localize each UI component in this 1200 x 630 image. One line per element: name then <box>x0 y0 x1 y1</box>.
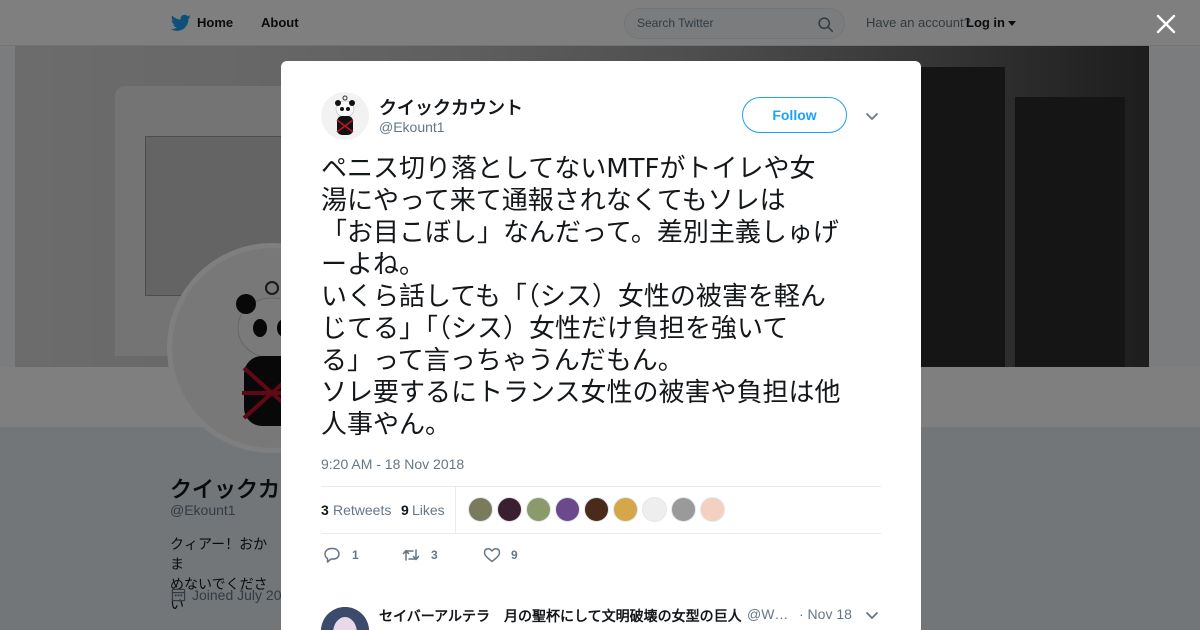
tweet-text-line: 湯にやって来て通報されなくてもソレは <box>321 186 786 216</box>
retweet-icon[interactable] <box>402 547 420 563</box>
chevron-down-icon[interactable] <box>864 108 880 124</box>
liker-avatar[interactable] <box>526 497 551 522</box>
divider <box>455 487 456 533</box>
liker-avatar[interactable] <box>700 497 725 522</box>
tweet-text-line: いくら話しても「（シス）女性の被害を軽ん <box>321 282 826 312</box>
reply-date[interactable]: · Nov 18 <box>799 606 852 622</box>
reply-author-avatar[interactable] <box>321 607 369 630</box>
reply-avatar-image <box>321 607 369 630</box>
like-count[interactable]: 9 <box>511 548 518 562</box>
panda-avatar-icon <box>335 95 355 135</box>
tweet-text-line: ペニス切り落としてないMTFがトイレや女 <box>321 154 816 184</box>
liker-avatar[interactable] <box>468 497 493 522</box>
follow-button[interactable]: Follow <box>742 97 847 133</box>
reply-action[interactable]: 1 <box>323 547 363 563</box>
reply-count[interactable]: 1 <box>352 548 359 562</box>
liker-avatar[interactable] <box>642 497 667 522</box>
retweet-action[interactable]: 3 <box>402 547 442 563</box>
divider <box>321 486 881 487</box>
chevron-down-icon[interactable] <box>864 607 880 623</box>
author-handle[interactable]: @Ekount1 <box>379 119 445 135</box>
tweet-text-line: ーよね。 <box>321 250 426 280</box>
retweet-count[interactable]: 3 <box>431 548 438 562</box>
like-action[interactable]: 9 <box>483 547 523 563</box>
liker-avatar[interactable] <box>671 497 696 522</box>
tweet-text-line: 「お目こぼし」なんだって。差別主義しゅげ <box>321 218 839 248</box>
liker-avatar[interactable] <box>497 497 522 522</box>
tweet-timestamp[interactable]: 9:20 AM - 18 Nov 2018 <box>321 456 464 472</box>
likes-count[interactable]: 9 <box>401 502 409 518</box>
reply-icon[interactable] <box>323 547 341 563</box>
likes-label[interactable]: Likes <box>412 502 445 518</box>
retweets-count[interactable]: 3 <box>321 502 329 518</box>
reply-author-name[interactable]: セイバーアルテラ 月の聖杯にして文明破壊の女型の巨人 <box>379 606 742 626</box>
tweet-text-line: じてる」「（シス）女性だけ負担を強いて <box>321 314 789 344</box>
tweet-modal: クイックカウント @Ekount1 Follow ペニス切り落としてないMTFが… <box>281 61 921 630</box>
heart-icon[interactable] <box>483 547 501 563</box>
liker-avatar[interactable] <box>613 497 638 522</box>
close-icon[interactable] <box>1154 12 1178 36</box>
retweets-label[interactable]: Retweets <box>333 502 391 518</box>
tweet-text: ペニス切り落としてないMTFがトイレや女 湯にやって来て通報されなくてもソレは … <box>321 153 883 441</box>
tweet-text-line: ソレ要するにトランス女性の被害や負担は他 <box>321 378 841 408</box>
divider <box>321 533 881 534</box>
liker-avatar[interactable] <box>555 497 580 522</box>
liker-avatar[interactable] <box>584 497 609 522</box>
reply-author-handle[interactable]: @W… <box>747 606 788 622</box>
tweet-text-line: 人事やん。 <box>321 410 452 440</box>
tweet-text-line: る」って言っちゃうんだもん。 <box>321 346 684 376</box>
author-avatar[interactable] <box>321 92 369 140</box>
author-name[interactable]: クイックカウント <box>379 94 523 120</box>
